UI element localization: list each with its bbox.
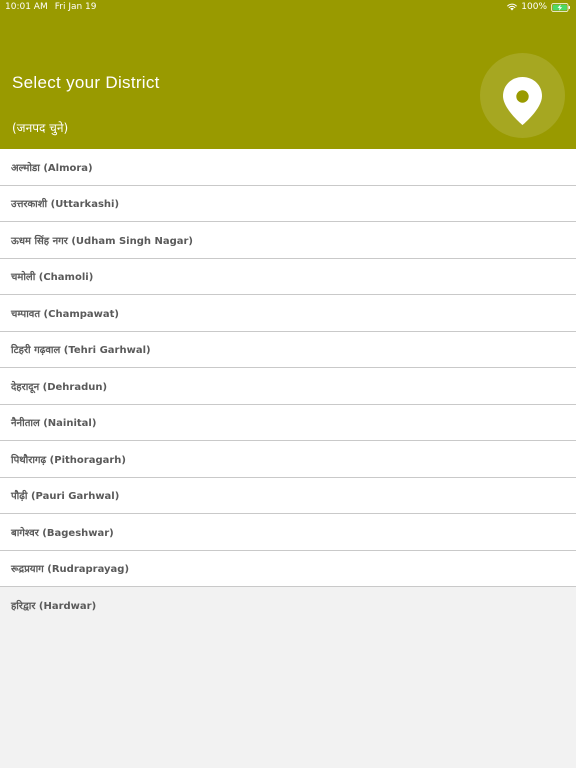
page-title: Select your District — [12, 73, 160, 92]
district-item-chamoli[interactable]: चमोली (Chamoli) — [0, 258, 576, 295]
status-time: 10:01 AM — [5, 2, 48, 12]
status-bar: 10:01 AM Fri Jan 19 100% — [0, 0, 576, 14]
district-item-udham-singh-nagar[interactable]: ऊधम सिंह नगर (Udham Singh Nagar) — [0, 222, 576, 259]
district-list: अल्मोडा (Almora) उत्तरकाशी (Uttarkashi) … — [0, 149, 576, 624]
location-pin-icon — [503, 77, 542, 125]
district-item-almora[interactable]: अल्मोडा (Almora) — [0, 149, 576, 186]
district-item-uttarkashi[interactable]: उत्तरकाशी (Uttarkashi) — [0, 185, 576, 222]
district-item-hardwar[interactable]: हरिद्वार (Hardwar) — [0, 587, 576, 624]
district-item-dehradun[interactable]: देहरादून (Dehradun) — [0, 368, 576, 405]
status-left: 10:01 AM Fri Jan 19 — [5, 0, 97, 14]
status-date: Fri Jan 19 — [54, 2, 97, 12]
district-item-nainital[interactable]: नैनीताल (Nainital) — [0, 404, 576, 441]
district-item-tehri-garhwal[interactable]: टिहरी गढ़वाल (Tehri Garhwal) — [0, 331, 576, 368]
status-right: 100% — [507, 0, 571, 14]
wifi-icon — [507, 3, 518, 11]
header: 10:01 AM Fri Jan 19 100% Select your Dist… — [0, 0, 576, 149]
district-item-bageshwar[interactable]: बागेश्वर (Bageshwar) — [0, 514, 576, 551]
district-item-rudraprayag[interactable]: रूद्रप्रयाग (Rudraprayag) — [0, 550, 576, 587]
district-item-pauri-garhwal[interactable]: पौढ़ी (Pauri Garhwal) — [0, 477, 576, 514]
district-item-champawat[interactable]: चम्पावत (Champawat) — [0, 295, 576, 332]
battery-charging-icon — [551, 2, 570, 12]
district-item-pithoragarh[interactable]: पिथौरागढ़ (Pithoragarh) — [0, 441, 576, 478]
battery-percent: 100% — [521, 2, 547, 12]
page-subtitle: (जनपद चुने) — [12, 121, 69, 135]
